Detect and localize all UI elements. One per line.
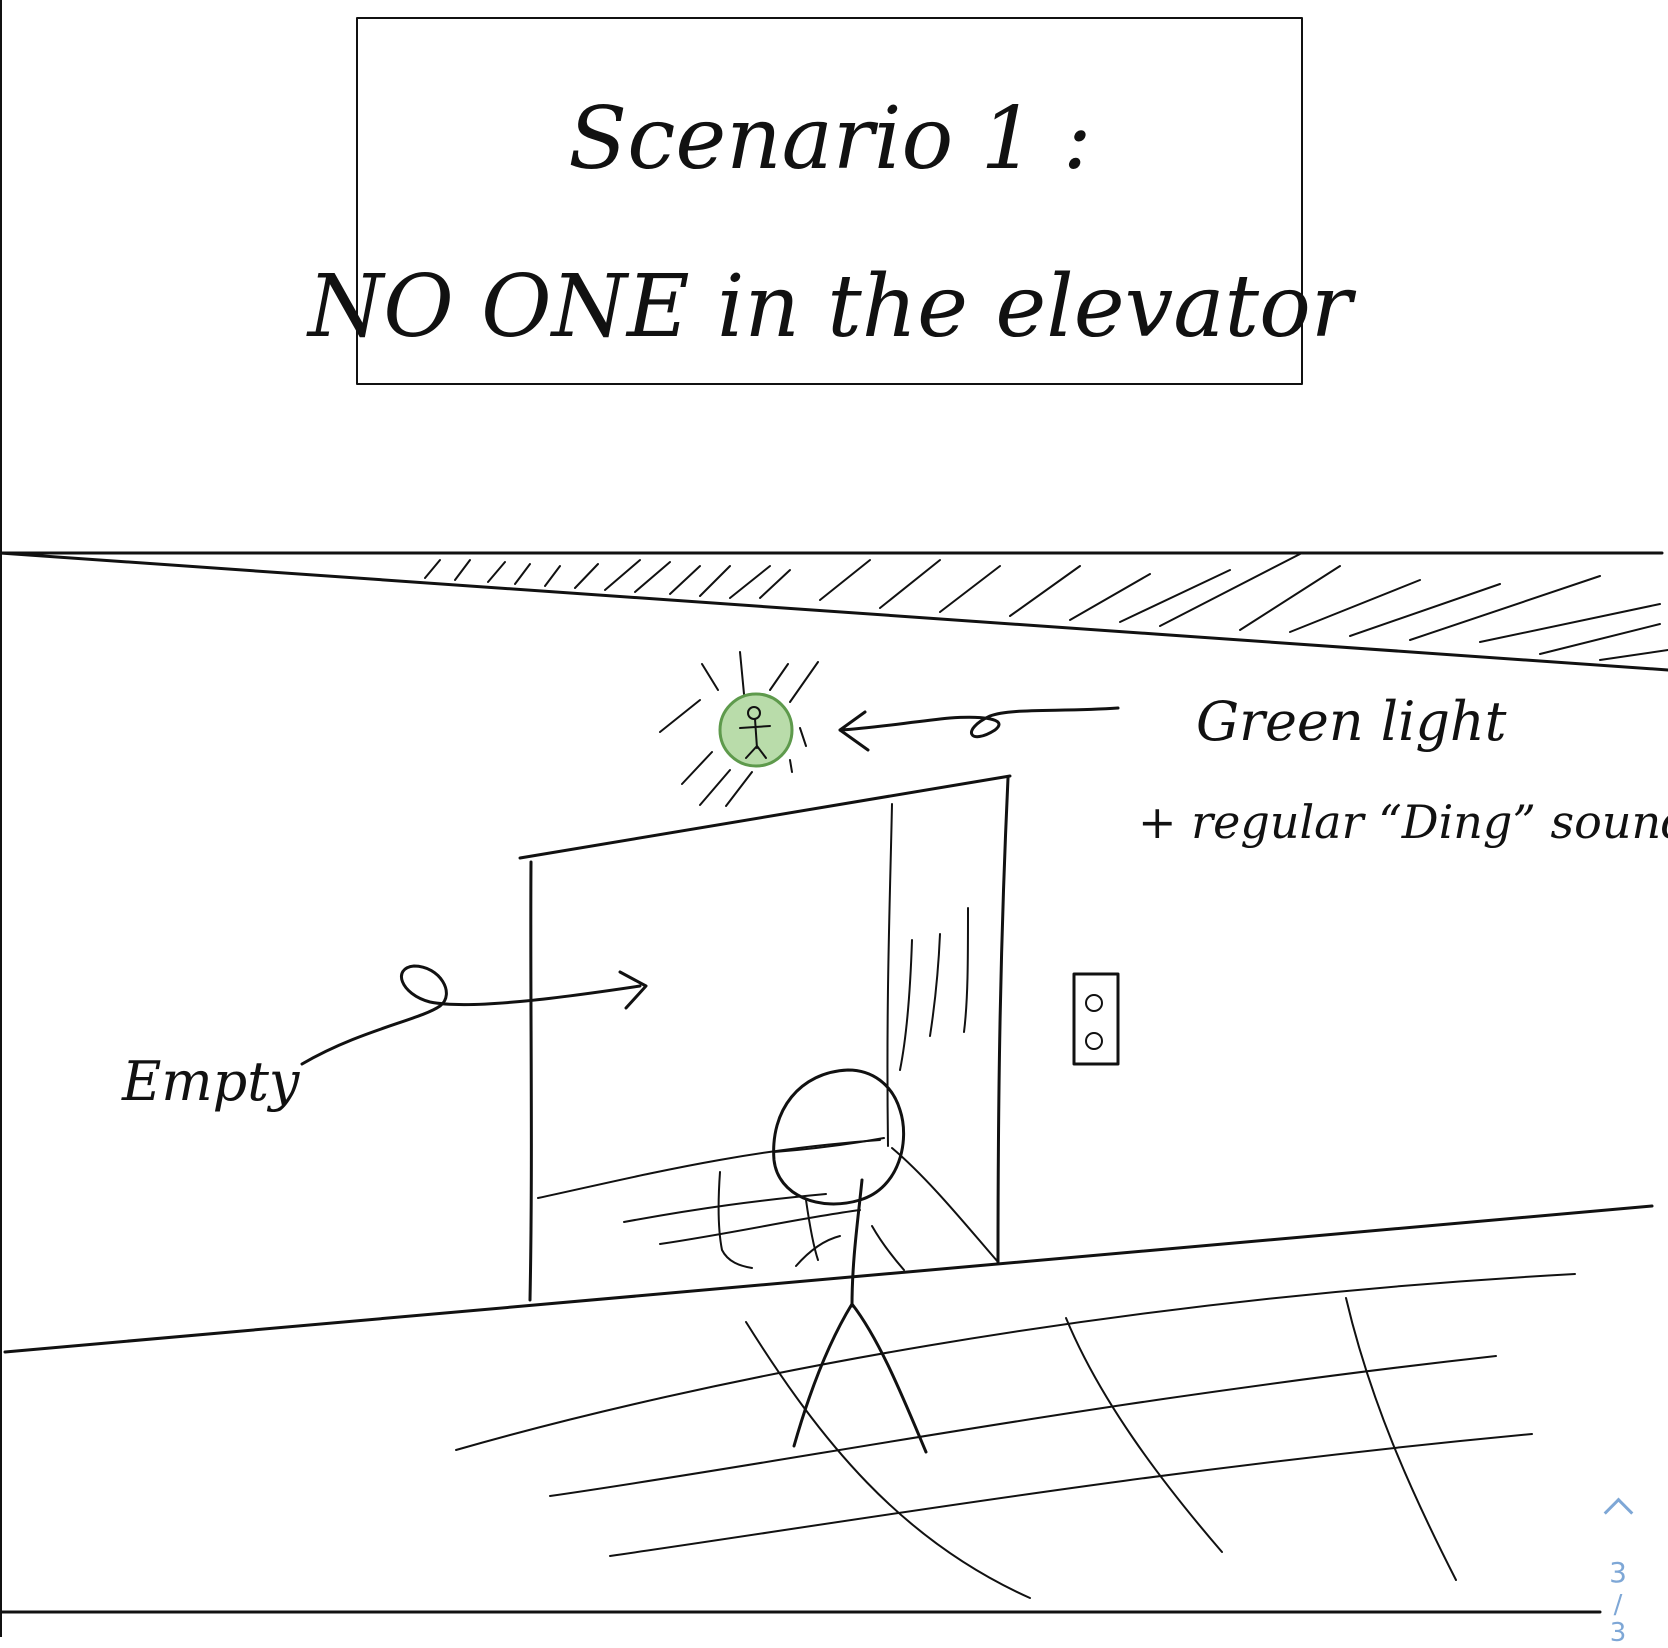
- page-current-number: 3: [1609, 1556, 1627, 1589]
- empty-label: Empty: [121, 1050, 301, 1113]
- stick-figure-viewer: [772, 1068, 999, 1454]
- door-right-edge: [996, 776, 1010, 1264]
- elevator-call-panel: [1072, 972, 1120, 1066]
- viewer-body: [850, 1178, 864, 1308]
- title-line-2: NO ONE in the elevator: [306, 257, 1357, 357]
- green-light-label: Green light: [1196, 690, 1507, 753]
- floor-lines-horizontal: [455, 1273, 1576, 1557]
- empty-arrow: [300, 964, 648, 1066]
- ding-sound-label: + regular “Ding” sound .: [1138, 795, 1668, 849]
- door-inner-panel: [886, 803, 893, 1147]
- title-line-1: Scenario 1 :: [568, 89, 1091, 189]
- elevator-door: [518, 774, 1012, 1302]
- green-light-arrow: [838, 706, 1120, 752]
- viewer-head: [772, 1068, 906, 1206]
- page-total-number: 3: [1609, 1618, 1627, 1648]
- viewer-legs: [792, 1302, 928, 1454]
- floor: [0, 1204, 1654, 1614]
- door-reflection-marks: [899, 907, 969, 1071]
- call-up-button-icon: [1085, 994, 1103, 1012]
- sketch-canvas: Scenario 1 : NO ONE in the elevator Gree…: [0, 0, 1668, 1637]
- door-top-edge: [518, 774, 1012, 860]
- door-left-edge: [528, 860, 533, 1302]
- page-up-button[interactable]: [1598, 1488, 1638, 1528]
- elevator-indicator-light: [659, 651, 819, 807]
- page-separator: /: [1613, 1590, 1623, 1620]
- ceiling: [0, 551, 1668, 672]
- call-panel-frame: [1072, 972, 1120, 1066]
- ceiling-hatching: [424, 553, 1668, 661]
- title-box: Scenario 1 : NO ONE in the elevator: [306, 17, 1357, 385]
- sketch-page: Scenario 1 : NO ONE in the elevator Gree…: [0, 0, 1668, 1648]
- floor-back-edge: [3, 1204, 1654, 1354]
- call-down-button-icon: [1085, 1032, 1103, 1050]
